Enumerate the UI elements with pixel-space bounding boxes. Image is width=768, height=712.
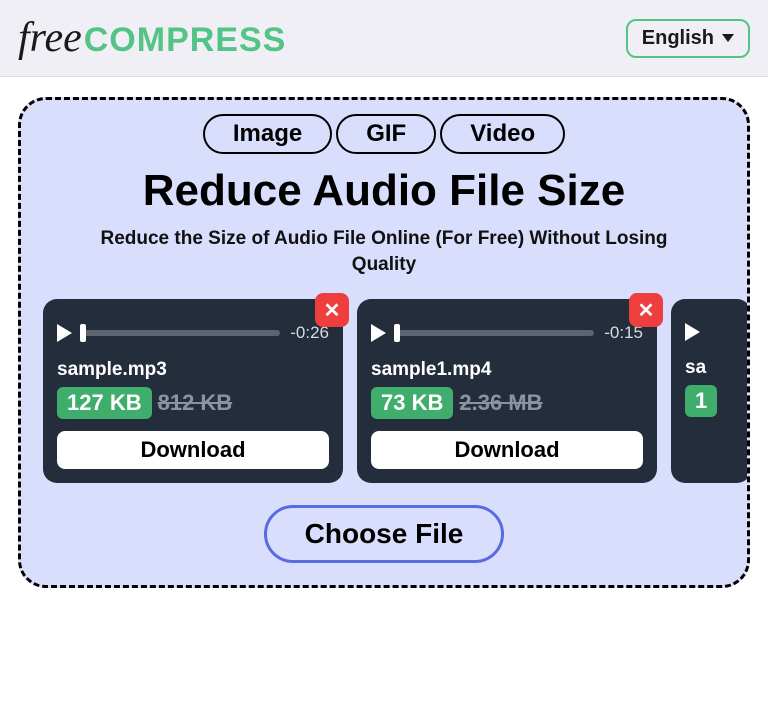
choose-file-wrap: Choose File [21,505,747,563]
audio-player: -0:15 [371,323,643,343]
size-row: 1 [685,385,750,417]
file-card: ✕ -0:15 sample1.mp4 73 KB 2.36 MB Downlo… [357,299,657,483]
logo-bold-part: COMPRESS [84,21,287,60]
tab-gif[interactable]: GIF [336,114,436,154]
size-row: 127 KB 812 KB [57,387,329,419]
tab-video[interactable]: Video [440,114,565,154]
main: Image GIF Video Reduce Audio File Size R… [0,77,768,608]
download-button[interactable]: Download [57,431,329,469]
size-row: 73 KB 2.36 MB [371,387,643,419]
seek-thumb[interactable] [80,324,86,342]
logo-script-part: free [18,14,82,62]
file-card: ✕ -0:26 sample.mp3 127 KB 812 KB Downloa… [43,299,343,483]
file-cards: ✕ -0:26 sample.mp3 127 KB 812 KB Downloa… [21,299,747,483]
old-size: 2.36 MB [459,390,542,416]
play-icon[interactable] [371,324,386,342]
close-button[interactable]: ✕ [315,293,349,327]
filename: sample1.mp4 [371,359,643,381]
language-selector[interactable]: English [626,19,750,58]
file-card: sa 1 [671,299,750,483]
download-button[interactable]: Download [371,431,643,469]
close-button[interactable]: ✕ [629,293,663,327]
page-title: Reduce Audio File Size [21,166,747,216]
page-subtitle: Reduce the Size of Audio File Online (Fo… [21,226,747,277]
new-size-badge: 1 [685,385,717,417]
new-size-badge: 73 KB [371,387,453,419]
audio-player [685,323,750,341]
header: free COMPRESS English [0,0,768,77]
filename: sa [685,357,750,379]
old-size: 812 KB [158,390,233,416]
play-icon[interactable] [57,324,72,342]
seek-track[interactable] [396,330,594,336]
new-size-badge: 127 KB [57,387,152,419]
seek-track[interactable] [82,330,280,336]
language-label: English [642,27,714,50]
close-icon: ✕ [324,298,341,323]
filename: sample.mp3 [57,359,329,381]
chevron-down-icon [722,34,734,42]
play-icon[interactable] [685,323,700,341]
tabs: Image GIF Video [21,114,747,154]
logo[interactable]: free COMPRESS [18,14,286,62]
tab-image[interactable]: Image [203,114,332,154]
seek-thumb[interactable] [394,324,400,342]
close-icon: ✕ [638,298,655,323]
audio-player: -0:26 [57,323,329,343]
choose-file-button[interactable]: Choose File [264,505,505,563]
dropzone[interactable]: Image GIF Video Reduce Audio File Size R… [18,97,750,588]
